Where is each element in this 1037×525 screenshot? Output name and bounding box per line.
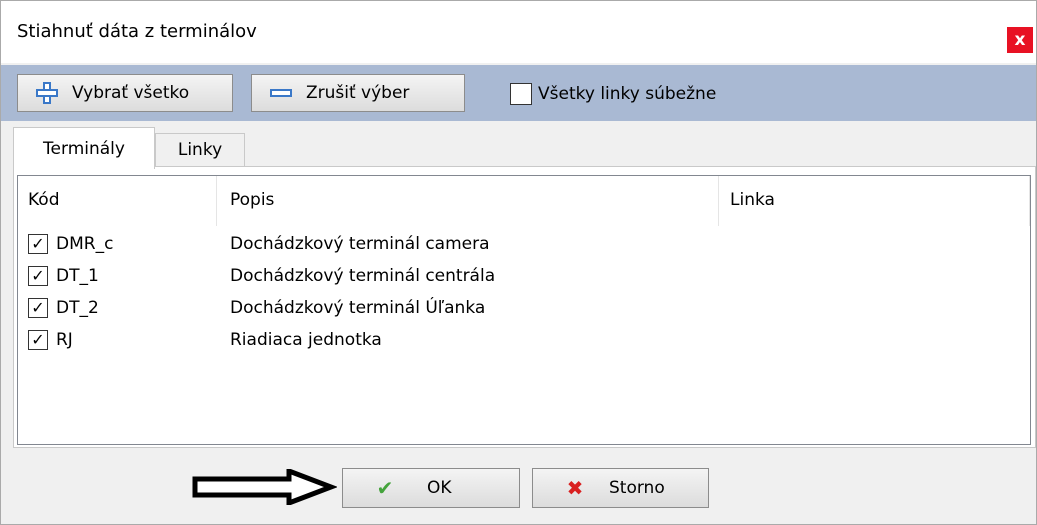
- tab-terminals[interactable]: Terminály: [13, 127, 155, 169]
- deselect-button[interactable]: Zrušiť výber: [251, 74, 465, 112]
- tab-lines-label: Linky: [177, 140, 223, 160]
- all-lines-parallel-label: Všetky linky súbežne: [538, 84, 717, 104]
- row-checkbox[interactable]: ✓: [28, 234, 48, 254]
- tab-panel: Kód Popis Linka ✓ DMR_c Dochádzkový term…: [13, 166, 1036, 448]
- tab-terminals-label: Terminály: [43, 138, 125, 159]
- row-code: DMR_c: [56, 234, 114, 254]
- table-row[interactable]: ✓ DMR_c Dochádzkový terminál camera: [18, 228, 1030, 260]
- checkmark-icon: ✓: [31, 298, 45, 317]
- column-divider[interactable]: [1029, 176, 1030, 226]
- table-row[interactable]: ✓ DT_2 Dochádzkový terminál Úľanka: [18, 292, 1030, 324]
- toolbar: Vybrať všetko Zrušiť výber Všetky linky …: [1, 65, 1036, 121]
- select-all-label: Vybrať všetko: [72, 83, 190, 103]
- title-bar: Stiahnuť dáta z terminálov x: [1, 1, 1036, 63]
- row-code: DT_2: [56, 298, 99, 318]
- row-code: RJ: [56, 330, 73, 350]
- cancel-button[interactable]: ✖ Storno: [532, 468, 709, 508]
- checkmark-icon: ✓: [31, 234, 45, 253]
- x-icon: ✖: [566, 476, 584, 500]
- minus-icon: [270, 82, 292, 104]
- column-header-description[interactable]: Popis: [230, 190, 274, 210]
- row-description: Dochádzkový terminál centrála: [230, 266, 496, 286]
- cancel-label: Storno: [609, 478, 665, 498]
- checkbox-box[interactable]: [510, 83, 532, 105]
- all-lines-parallel-checkbox[interactable]: Všetky linky súbežne: [510, 83, 716, 105]
- close-button[interactable]: x: [1007, 27, 1033, 53]
- row-checkbox[interactable]: ✓: [28, 298, 48, 318]
- download-dialog: Stiahnuť dáta z terminálov x Vybrať všet…: [0, 0, 1037, 525]
- ok-label: OK: [427, 478, 452, 498]
- checkmark-icon: ✓: [31, 266, 45, 285]
- terminals-list[interactable]: Kód Popis Linka ✓ DMR_c Dochádzkový term…: [17, 175, 1031, 445]
- tab-lines[interactable]: Linky: [155, 133, 245, 167]
- row-description: Dochádzkový terminál Úľanka: [230, 298, 486, 318]
- row-code: DT_1: [56, 266, 99, 286]
- deselect-label: Zrušiť výber: [306, 83, 410, 103]
- close-icon: x: [1014, 30, 1026, 50]
- select-all-button[interactable]: Vybrať všetko: [17, 74, 233, 112]
- check-icon: ✔: [376, 476, 394, 500]
- column-header-code[interactable]: Kód: [28, 190, 60, 210]
- column-divider[interactable]: [216, 176, 217, 226]
- plus-icon: [36, 82, 58, 104]
- table-row[interactable]: ✓ DT_1 Dochádzkový terminál centrála: [18, 260, 1030, 292]
- table-row[interactable]: ✓ RJ Riadiaca jednotka: [18, 324, 1030, 356]
- row-description: Riadiaca jednotka: [230, 330, 382, 350]
- column-divider[interactable]: [718, 176, 719, 226]
- arrow-right-icon: [192, 469, 337, 505]
- column-header-line[interactable]: Linka: [730, 190, 775, 210]
- row-description: Dochádzkový terminál camera: [230, 234, 490, 254]
- window-title: Stiahnuť dáta z terminálov: [17, 21, 257, 42]
- list-header: Kód Popis Linka: [18, 176, 1030, 226]
- checkmark-icon: ✓: [31, 330, 45, 349]
- ok-button[interactable]: ✔ OK: [342, 468, 520, 508]
- row-checkbox[interactable]: ✓: [28, 266, 48, 286]
- row-checkbox[interactable]: ✓: [28, 330, 48, 350]
